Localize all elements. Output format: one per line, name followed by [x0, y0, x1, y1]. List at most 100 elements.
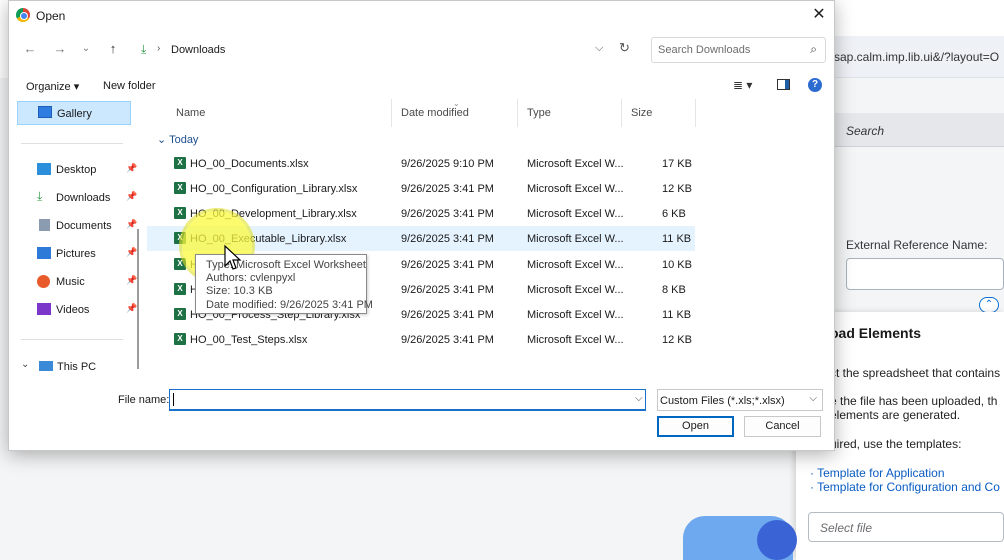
tooltip-date: Date modified: 9/26/2025 3:41 PM — [206, 299, 373, 311]
tooltip-authors: Authors: cvlenpyxl — [206, 272, 296, 284]
chrome-icon — [16, 8, 30, 22]
sidebar-item-this-pc[interactable]: ⌄ This PC — [17, 355, 131, 379]
this-pc-icon — [39, 361, 53, 371]
excel-file-icon: X — [174, 207, 186, 219]
sidebar-item-downloads[interactable]: ⤓ Downloads 📌 — [17, 186, 137, 210]
file-date: 9/26/2025 3:41 PM — [401, 183, 494, 195]
file-row[interactable]: X HO_00_Configuration_Library.xlsx 9/26/… — [147, 176, 695, 201]
sidebar-item-gallery[interactable]: Gallery — [17, 101, 131, 125]
file-date: 9/26/2025 3:41 PM — [401, 309, 494, 321]
sidebar-item-label: Videos — [56, 304, 90, 316]
column-divider[interactable] — [391, 99, 392, 127]
select-file-placeholder: Select file — [820, 521, 873, 535]
sidebar-divider — [21, 143, 123, 144]
column-header-size[interactable]: Size — [631, 107, 652, 119]
column-divider[interactable] — [695, 99, 696, 127]
close-button[interactable]: ✕ — [804, 1, 834, 31]
sidebar-item-music[interactable]: Music 📌 — [17, 270, 137, 294]
breadcrumb-chevron-icon: › — [157, 43, 161, 54]
select-file-input[interactable]: Select file — [808, 512, 1004, 542]
decorative-illustration — [757, 520, 797, 560]
tooltip-size: Size: 10.3 KB — [206, 285, 273, 297]
browser-url-text: sap.calm.imp.lib.ui&/?layout=O — [834, 50, 1000, 64]
file-name-dropdown-icon[interactable]: ⌵ — [635, 393, 643, 404]
refresh-icon[interactable]: ↻ — [619, 40, 630, 56]
file-date: 9/26/2025 3:41 PM — [401, 284, 494, 296]
dialog-title: Open — [36, 9, 66, 23]
pictures-icon — [37, 247, 51, 259]
template-application-link[interactable]: · Template for Application — [810, 466, 945, 480]
pin-icon[interactable]: 📌 — [126, 163, 137, 174]
pin-icon[interactable]: 📌 — [126, 191, 137, 202]
excel-file-icon: X — [174, 283, 186, 295]
column-header-type[interactable]: Type — [527, 107, 551, 119]
downloads-icon: ⤓ — [141, 42, 147, 56]
file-type: Microsoft Excel W... — [527, 334, 624, 346]
sidebar-item-label: Desktop — [56, 164, 97, 176]
organize-button[interactable]: Organize ▾ — [26, 80, 79, 93]
column-divider[interactable] — [621, 99, 622, 127]
forward-arrow-icon[interactable]: → — [51, 40, 69, 58]
panel-text-line: uired, use the templates: — [830, 437, 962, 451]
expand-chevron-icon[interactable]: ⌄ — [21, 359, 29, 370]
file-size: 12 KB — [662, 334, 692, 346]
external-reference-input[interactable] — [846, 258, 1004, 290]
sidebar-divider — [21, 339, 123, 340]
desktop-icon — [37, 163, 51, 175]
pin-icon[interactable]: 📌 — [126, 219, 137, 230]
open-button[interactable]: Open — [657, 416, 734, 437]
file-size: 10 KB — [662, 259, 692, 271]
back-arrow-icon[interactable]: ← — [21, 40, 39, 58]
documents-icon — [39, 219, 50, 231]
gallery-icon — [38, 106, 52, 118]
column-header-date[interactable]: Date modified — [401, 107, 469, 119]
file-name: HO_00_Documents.xlsx — [190, 158, 309, 170]
pin-icon[interactable]: 📌 — [126, 247, 137, 258]
group-header-today[interactable]: ⌄ Today — [157, 133, 198, 146]
address-dropdown-icon[interactable]: ⌵ — [595, 42, 603, 55]
sidebar-item-label: Music — [56, 276, 85, 288]
sidebar-item-videos[interactable]: Videos 📌 — [17, 298, 137, 322]
cancel-button[interactable]: Cancel — [744, 416, 821, 437]
sidebar-item-documents[interactable]: Documents 📌 — [17, 214, 137, 238]
downloads-icon: ⤓ — [37, 189, 43, 203]
new-folder-button[interactable]: New folder — [103, 80, 156, 92]
dialog-footer: File name: ⌵ Custom Files (*.xls;*.xlsx)… — [9, 384, 834, 452]
excel-file-icon: X — [174, 182, 186, 194]
file-size: 11 KB — [662, 233, 692, 245]
sidebar-item-label: Downloads — [56, 192, 111, 204]
file-type: Microsoft Excel W... — [527, 158, 624, 170]
sidebar-scrollbar[interactable] — [137, 229, 139, 369]
sidebar-item-pictures[interactable]: Pictures 📌 — [17, 242, 137, 266]
preview-pane-icon[interactable] — [777, 79, 790, 90]
up-arrow-icon[interactable]: ↑ — [104, 40, 122, 58]
file-type-filter-select[interactable]: Custom Files (*.xls;*.xlsx) ⌵ — [657, 389, 823, 411]
group-label: Today — [169, 134, 199, 146]
navigation-bar: ← → ⌄ ↑ ⤓ › Downloads ⌵ ↻ Search Downloa… — [9, 31, 834, 67]
search-input[interactable]: Search Downloads ⌕ — [651, 37, 826, 63]
file-type: Microsoft Excel W... — [527, 233, 624, 245]
file-date: 9/26/2025 9:10 PM — [401, 158, 494, 170]
sidebar-item-label: This PC — [57, 361, 97, 373]
recent-locations-chevron-icon[interactable]: ⌄ — [77, 40, 95, 58]
pin-icon[interactable]: 📌 — [126, 303, 137, 314]
column-divider[interactable] — [517, 99, 518, 127]
file-row[interactable]: X HO_00_Test_Steps.xlsx 9/26/2025 3:41 P… — [147, 327, 695, 352]
file-type: Microsoft Excel W... — [527, 208, 624, 220]
breadcrumb-downloads[interactable]: Downloads — [171, 44, 225, 56]
file-row[interactable]: X HO_00_Documents.xlsx 9/26/2025 9:10 PM… — [147, 151, 695, 176]
file-name-input[interactable]: ⌵ — [169, 389, 646, 411]
collapse-chevron-icon[interactable]: ⌃ — [979, 297, 999, 313]
template-configuration-link[interactable]: · Template for Configuration and Co — [810, 480, 1000, 494]
sidebar-item-desktop[interactable]: Desktop 📌 — [17, 158, 137, 182]
navigation-pane: Gallery Desktop 📌 ⤓ Downloads 📌 Document… — [9, 99, 139, 384]
videos-icon — [37, 303, 51, 315]
help-icon[interactable]: ? — [808, 78, 822, 92]
column-header-name[interactable]: Name — [176, 107, 205, 119]
command-bar: Organize ▾ New folder ≣ ▾ ? — [9, 73, 834, 99]
file-date: 9/26/2025 3:41 PM — [401, 233, 494, 245]
address-bar[interactable]: ⤓ › Downloads ⌵ — [134, 37, 646, 63]
file-date: 9/26/2025 3:41 PM — [401, 208, 494, 220]
view-options-icon[interactable]: ≣ ▾ — [733, 78, 752, 92]
pin-icon[interactable]: 📌 — [126, 275, 137, 286]
